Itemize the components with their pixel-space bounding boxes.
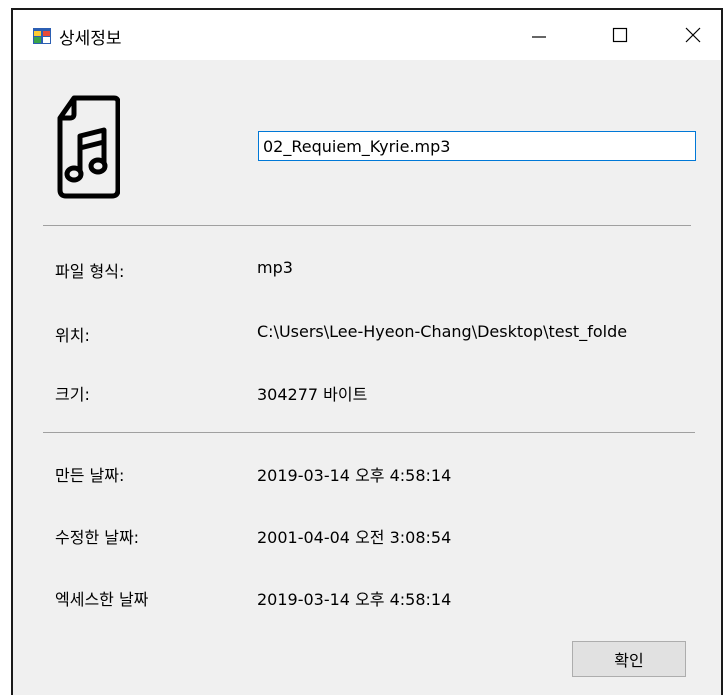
location-value: C:\Users\Lee-Hyeon-Chang\Desktop\test_fo…	[257, 322, 628, 341]
separator	[43, 225, 691, 226]
minimize-icon	[532, 36, 546, 38]
minimize-button[interactable]	[504, 10, 574, 60]
app-window-icon	[33, 28, 51, 44]
maximize-icon	[612, 27, 628, 43]
separator	[43, 432, 695, 433]
accessed-date-label: 엑세스한 날짜	[55, 590, 149, 609]
file-name-input[interactable]	[258, 131, 696, 161]
accessed-date-value: 2019-03-14 오후 4:58:14	[257, 590, 452, 609]
close-icon	[685, 27, 701, 43]
size-label: 크기:	[55, 385, 90, 404]
created-date-label: 만든 날짜:	[55, 466, 125, 485]
size-value: 304277 바이트	[257, 385, 368, 404]
location-label: 위치:	[55, 326, 90, 345]
file-type-label: 파일 형식:	[55, 262, 125, 281]
window-title: 상세정보	[59, 29, 122, 49]
modified-date-label: 수정한 날짜:	[55, 528, 140, 547]
modified-date-value: 2001-04-04 오전 3:08:54	[257, 528, 452, 547]
music-file-icon	[57, 95, 120, 199]
created-date-value: 2019-03-14 오후 4:58:14	[257, 466, 452, 485]
maximize-button[interactable]	[585, 10, 655, 60]
properties-dialog: 상세정보 파일 형식: mp3 위치: C:\Users\Lee-	[11, 8, 723, 695]
ok-button[interactable]: 확인	[572, 641, 686, 677]
title-bar[interactable]: 상세정보	[13, 10, 721, 60]
file-type-value: mp3	[257, 258, 293, 277]
close-button[interactable]	[658, 10, 721, 60]
